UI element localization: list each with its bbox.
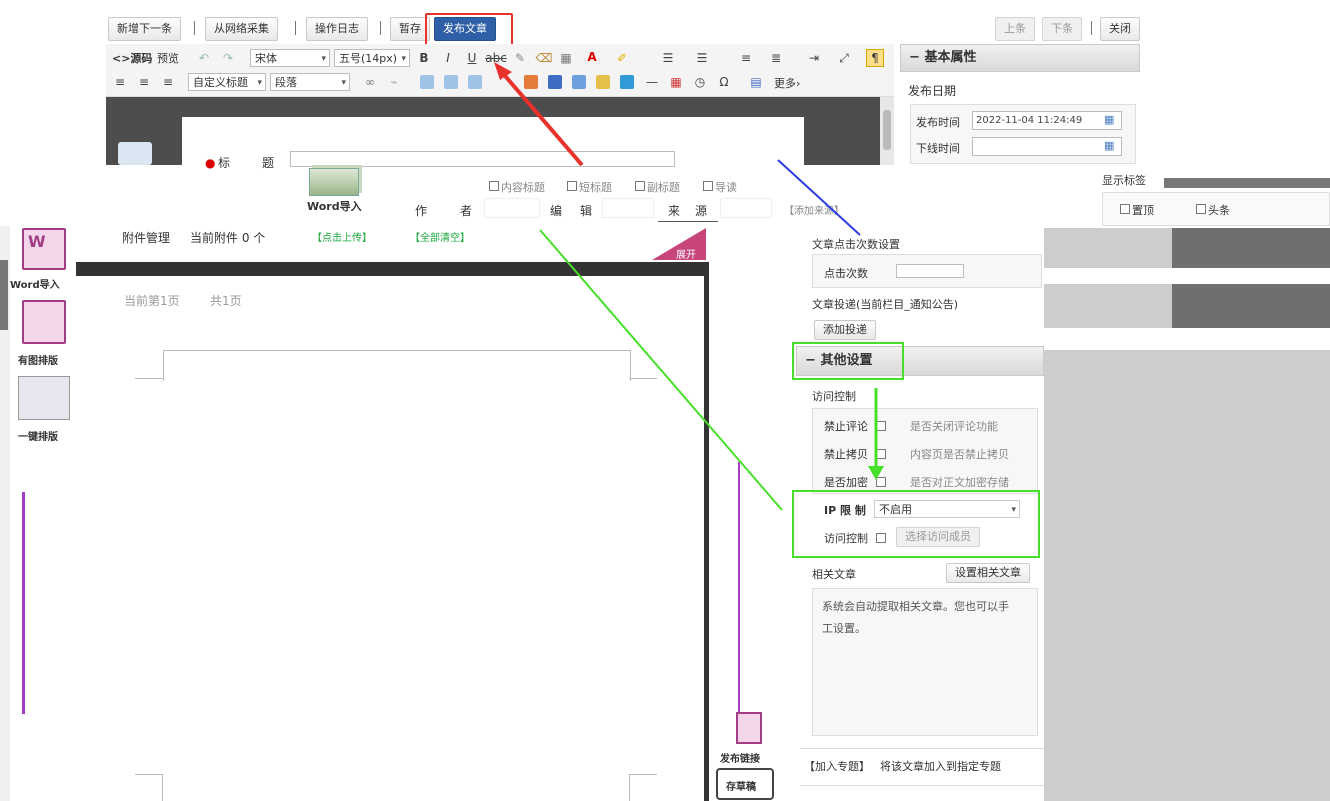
green-arrow-head [868, 466, 884, 480]
red-arrow-head [494, 62, 512, 80]
green-diagonal-line [539, 229, 783, 511]
annotation-arrows [494, 62, 884, 511]
red-arrow-line [498, 68, 584, 167]
blue-diagonal-line [777, 159, 861, 236]
